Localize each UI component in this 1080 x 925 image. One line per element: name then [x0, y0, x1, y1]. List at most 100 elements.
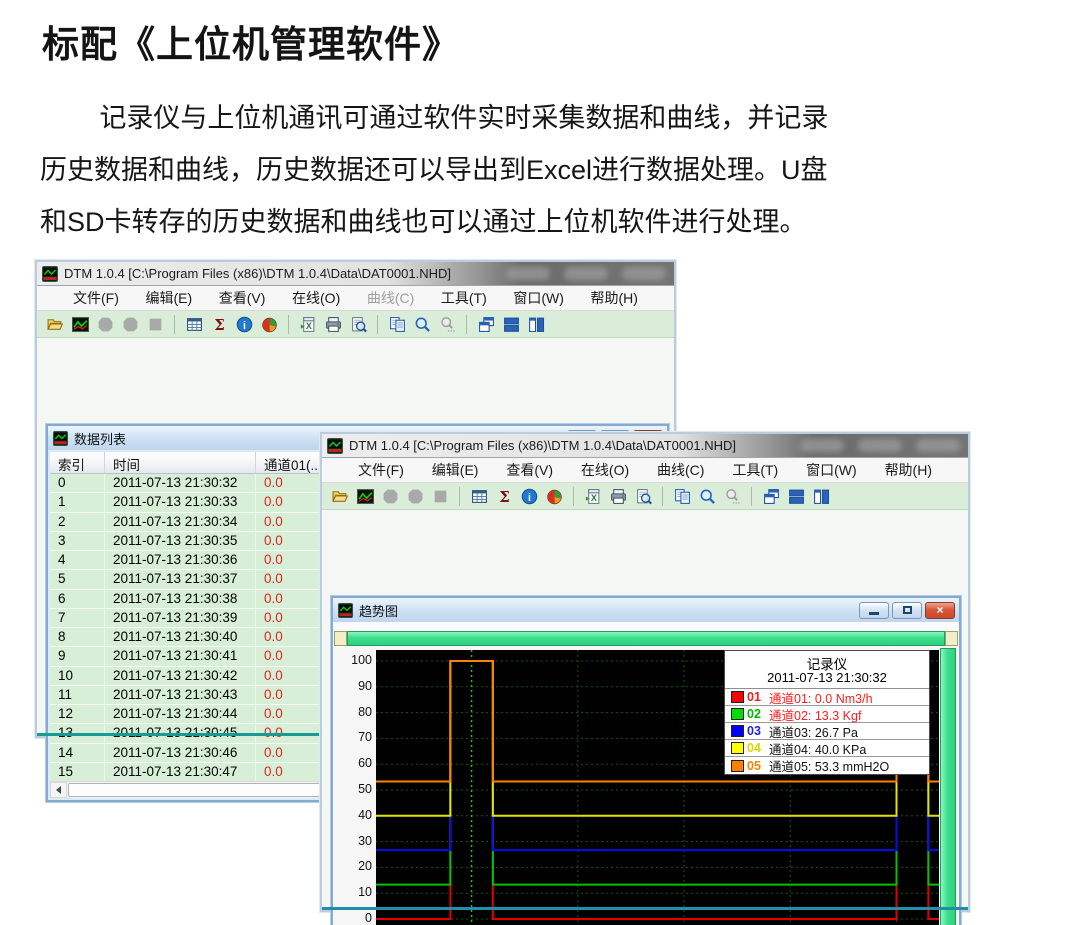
legend-rows: 01通道01: 0.0 Nm3/h02通道02: 13.3 Kgf03通道03:…	[725, 689, 929, 774]
table-cell: 9	[50, 647, 105, 665]
zoom-search-icon[interactable]	[697, 486, 717, 506]
data-grid-icon[interactable]	[469, 486, 489, 506]
info-icon[interactable]: i	[234, 314, 254, 334]
legend-row: 05通道05: 53.3 mmH2O	[725, 757, 929, 774]
export-excel-icon[interactable]: X	[583, 486, 603, 506]
pie-chart-icon[interactable]	[259, 314, 279, 334]
left-arrow-icon	[56, 786, 61, 794]
restore-button[interactable]	[892, 602, 922, 619]
table-cell: 2011-07-13 21:30:37	[105, 570, 256, 588]
print-preview-icon[interactable]	[348, 314, 368, 334]
y-axis-tick-label: 0	[336, 911, 372, 925]
scrollbar-left-cap[interactable]	[334, 631, 347, 646]
table-cell: 2011-07-13 21:30:43	[105, 686, 256, 704]
menu-item-3[interactable]: 查看(V)	[506, 460, 553, 480]
menu-item-8[interactable]: 帮助(H)	[590, 288, 637, 308]
menu-item-2[interactable]: 编辑(E)	[145, 288, 192, 308]
menu-item-7[interactable]: 窗口(W)	[513, 288, 564, 308]
trend-horizontal-scrollbar[interactable]	[334, 631, 958, 646]
sigma-statistics-icon[interactable]: Σ	[209, 314, 229, 334]
table-cell: 11	[50, 686, 105, 704]
channel-value-label: 通道05: 53.3 mmH2O	[769, 756, 929, 775]
trend-view-icon[interactable]	[70, 314, 90, 334]
menu-item-6[interactable]: 工具(T)	[441, 288, 487, 308]
y-axis-tick-label: 80	[336, 705, 372, 719]
copy-icon[interactable]	[387, 314, 407, 334]
trend-titlebar[interactable]: 趋势图 ×	[333, 598, 959, 622]
data-grid-icon[interactable]	[184, 314, 204, 334]
table-cell: 2	[50, 513, 105, 531]
menu-item-1[interactable]: 文件(F)	[358, 460, 404, 480]
table-cell: 1	[50, 493, 105, 511]
toolbar-separator	[662, 487, 663, 506]
sigma-statistics-icon[interactable]: Σ	[494, 486, 514, 506]
scrollbar-right-cap[interactable]	[945, 631, 958, 646]
open-file-icon[interactable]	[330, 486, 350, 506]
menu-item-4[interactable]: 在线(O)	[581, 460, 629, 480]
print-icon[interactable]	[608, 486, 628, 506]
close-button[interactable]: ×	[925, 602, 955, 619]
trend-content: 0102030405060708090100 21:35:0021:40:002…	[333, 622, 959, 925]
minimize-button[interactable]	[506, 267, 550, 280]
tile-vertical-icon[interactable]	[526, 314, 546, 334]
intro-paragraph: 记录仪与上位机通讯可通过软件实时采集数据和曲线，并记录历史数据和曲线，历史数据还…	[40, 92, 940, 248]
trend-vertical-scrollbar[interactable]	[940, 648, 956, 925]
zoom-search-icon[interactable]	[412, 314, 432, 334]
y-axis-tick-label: 60	[336, 756, 372, 770]
tile-vertical-icon[interactable]	[811, 486, 831, 506]
dtm-main-window-trend: DTM 1.0.4 [C:\Program Files (x86)\DTM 1.…	[320, 432, 970, 912]
channel-id: 01	[747, 690, 769, 704]
table-cell: 6	[50, 590, 105, 608]
y-axis-tick-label: 40	[336, 808, 372, 822]
cascade-windows-icon[interactable]	[761, 486, 781, 506]
menu-item-4[interactable]: 在线(O)	[292, 288, 340, 308]
table-cell: 12	[50, 705, 105, 723]
scrollbar-track[interactable]	[347, 631, 945, 646]
menu-item-8[interactable]: 帮助(H)	[885, 460, 932, 480]
maximize-button[interactable]	[858, 439, 902, 452]
menu-item-7[interactable]: 窗口(W)	[806, 460, 857, 480]
minimize-icon	[869, 612, 879, 615]
export-excel-icon[interactable]: X	[298, 314, 318, 334]
cascade-windows-icon[interactable]	[476, 314, 496, 334]
menu-item-6[interactable]: 工具(T)	[732, 460, 778, 480]
channel-color-swatch	[731, 725, 744, 737]
menu-item-1[interactable]: 文件(F)	[73, 288, 119, 308]
pie-chart-icon[interactable]	[544, 486, 564, 506]
window-titlebar[interactable]: DTM 1.0.4 [C:\Program Files (x86)\DTM 1.…	[322, 434, 968, 458]
window-titlebar[interactable]: DTM 1.0.4 [C:\Program Files (x86)\DTM 1.…	[37, 262, 674, 286]
menu-item-3[interactable]: 查看(V)	[219, 288, 266, 308]
print-preview-icon[interactable]	[633, 486, 653, 506]
scroll-left-button[interactable]	[50, 782, 67, 798]
menu-item-5[interactable]: 曲线(C)	[367, 288, 414, 308]
app-icon	[53, 431, 68, 446]
open-file-icon[interactable]	[45, 314, 65, 334]
y-axis-tick-label: 30	[336, 834, 372, 848]
tile-horizontal-icon[interactable]	[501, 314, 521, 334]
table-cell: 0	[50, 474, 105, 492]
close-button[interactable]	[622, 267, 666, 280]
column-header[interactable]: 时间	[105, 452, 256, 474]
print-icon[interactable]	[323, 314, 343, 334]
scrollbar-track[interactable]	[940, 648, 956, 925]
minimize-button[interactable]	[859, 602, 889, 619]
pause-disabled-icon	[120, 314, 140, 334]
copy-icon[interactable]	[672, 486, 692, 506]
menu-item-5[interactable]: 曲线(C)	[657, 460, 704, 480]
minimize-button[interactable]	[800, 439, 844, 452]
page-title: 标配《上位机管理软件》	[42, 14, 460, 68]
trend-view-icon[interactable]	[355, 486, 375, 506]
menu-item-2[interactable]: 编辑(E)	[432, 460, 479, 480]
app-icon	[327, 438, 343, 454]
maximize-button[interactable]	[564, 267, 608, 280]
tile-horizontal-icon[interactable]	[786, 486, 806, 506]
table-cell: 3	[50, 532, 105, 550]
info-icon[interactable]: i	[519, 486, 539, 506]
trend-window: 趋势图 × 0102030405060708090100 21:35:0021:…	[331, 596, 961, 925]
restore-icon	[903, 606, 912, 614]
table-cell: 14	[50, 744, 105, 762]
y-axis-tick-label: 90	[336, 679, 372, 693]
close-button[interactable]	[916, 439, 960, 452]
toolbar: Σi X	[322, 483, 968, 510]
column-header[interactable]: 索引	[50, 452, 105, 474]
